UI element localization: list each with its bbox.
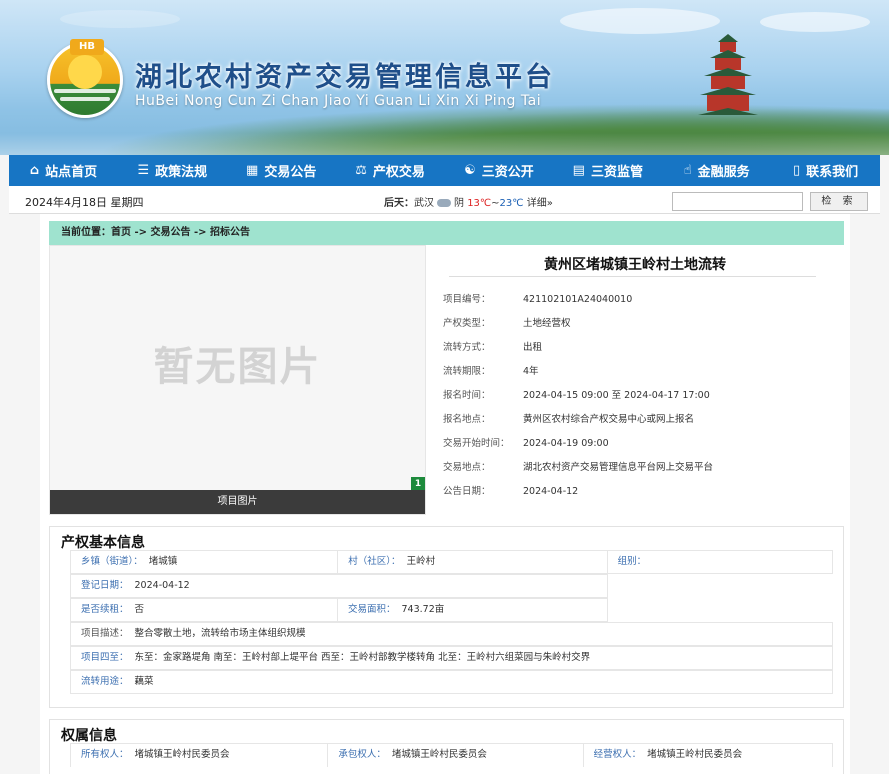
water-decoration <box>0 133 889 155</box>
title-divider <box>449 276 816 277</box>
main-content: 当前位置：首页 -> 交易公告 -> 招标公告 暂无图片 1 项目图片 黄州区堵… <box>40 214 850 774</box>
cloud-decoration <box>560 8 720 34</box>
table-row: 乡镇（街道）： 堵城镇 村（社区）： 王岭村 组别： <box>70 550 833 574</box>
field-announcement-date: 公告日期： 2024-04-12 <box>443 486 579 497</box>
list-icon: ☰ <box>137 163 150 178</box>
site-banner: HB 湖北农村资产交易管理信息平台 HuBei Nong Cun Zi Chan… <box>0 0 889 155</box>
field-trade-start-time: 交易开始时间： 2024-04-19 09:00 <box>443 438 609 449</box>
site-logo[interactable]: HB <box>47 39 123 118</box>
home-icon: ⌂ <box>29 163 40 178</box>
search-input[interactable] <box>672 192 803 211</box>
field-registration-time: 报名时间： 2024-04-15 09:00 至 2024-04-17 17:00 <box>443 390 710 401</box>
ownership-section: 权属信息 所有权人： 堵城镇王岭村民委员会 承包权人： 堵城镇王岭村民委员会 经营权… <box>49 719 844 774</box>
nav-item-assets-public[interactable]: ☯ 三资公开 <box>445 155 554 186</box>
image-index-button[interactable]: 1 <box>411 477 425 491</box>
nav-item-property-trade[interactable]: ⚖ 产权交易 <box>336 155 445 186</box>
table-row: 登记日期： 2024-04-12 <box>70 574 608 598</box>
village-cell: 村（社区）： 王岭村 <box>338 551 608 573</box>
sun-icon <box>68 55 102 89</box>
group-cell: 组别： <box>617 556 647 567</box>
cloud-icon <box>437 199 451 207</box>
nav-item-announcements[interactable]: ▦ 交易公告 <box>227 155 336 186</box>
grid-icon: ▦ <box>246 163 259 178</box>
table-row: 项目四至： 东至：金家路堤角 南至：王岭村部上堤平台 西至：王岭村部教学楼转角 北… <box>70 646 833 670</box>
reg-date-cell: 登记日期： 2024-04-12 <box>81 580 190 591</box>
town-cell: 乡镇（街道）： 堵城镇 <box>71 551 339 573</box>
current-date: 2024年4月18日 星期四 <box>25 196 144 209</box>
project-title: 黄州区堵城镇王岭村土地流转 <box>544 257 726 273</box>
section-title: 产权基本信息 <box>61 535 145 551</box>
nav-item-finance[interactable]: ☝ 金融服务 <box>662 155 771 186</box>
thumbs-up-icon: ☝ <box>683 163 692 178</box>
field-property-type: 产权类型： 土地经营权 <box>443 318 571 329</box>
wave-icon <box>60 97 110 101</box>
site-subtitle: HuBei Nong Cun Zi Chan Jiao Yi Guan Li X… <box>135 93 542 109</box>
search-button[interactable]: 检 索 <box>810 192 868 211</box>
operator-cell: 经营权人： 堵城镇王岭村民委员会 <box>593 749 743 760</box>
field-transfer-term: 流转期限： 4年 <box>443 366 539 377</box>
scale-icon: ⚖ <box>355 163 367 178</box>
table-row: 流转用途： 藕菜 <box>70 670 833 694</box>
project-detail: 黄州区堵城镇王岭村土地流转 项目编号： 421102101A24040010 产权… <box>426 245 844 515</box>
weather-detail-link[interactable]: 详细» <box>527 198 553 209</box>
weather-widget: 后天：武汉阴 13℃~23℃ 详细» <box>384 198 553 209</box>
contract-holder-cell: 承包权人： 堵城镇王岭村民委员会 <box>328 744 584 767</box>
share-icon: ☯ <box>464 163 476 178</box>
cloud-decoration <box>760 12 870 32</box>
table-row: 是否续租：否 交易面积： 743.72亩 <box>70 598 608 622</box>
cloud-decoration <box>60 10 180 28</box>
field-trade-place: 交易地点： 湖北农村资产交易管理信息平台网上交易平台 <box>443 462 714 473</box>
breadcrumb: 当前位置：首页 -> 交易公告 -> 招标公告 <box>49 221 844 245</box>
image-caption: 项目图片 <box>50 490 425 514</box>
project-image-area: 暂无图片 1 项目图片 <box>49 245 426 515</box>
logo-badge: HB <box>70 39 104 55</box>
nav-item-policy[interactable]: ☰ 政策法规 <box>118 155 227 186</box>
temp-low: 23℃ <box>499 198 524 209</box>
field-registration-place: 报名地点： 黄州区农村综合产权交易中心或网上报名 <box>443 414 695 425</box>
main-nav: ⌂ 站点首页 ☰ 政策法规 ▦ 交易公告 ⚖ 产权交易 ☯ 三资公开 ▤ 三资监管 ☝ 金融服… <box>9 155 880 186</box>
nav-item-home[interactable]: ⌂ 站点首页 <box>9 155 118 186</box>
renew-cell: 是否续租：否 <box>71 599 338 621</box>
phone-icon: ▯ <box>792 163 801 178</box>
table-row: 所有权人： 堵城镇王岭村民委员会 承包权人： 堵城镇王岭村民委员会 经营权人： 堵城镇… <box>70 743 833 767</box>
wave-icon <box>54 89 116 93</box>
weather-condition: 阴 <box>454 198 464 209</box>
field-project-number: 项目编号： 421102101A24040010 <box>443 294 633 305</box>
site-title: 湖北农村资产交易管理信息平台 <box>135 62 555 93</box>
weather-prefix: 后天： <box>384 198 414 209</box>
field-transfer-method: 流转方式： 出租 <box>443 342 543 353</box>
table-row: 项目描述： 整合零散土地，流转给市场主体组织规模 <box>70 622 833 646</box>
owner-cell: 所有权人： 堵城镇王岭村民委员会 <box>71 744 329 767</box>
monitor-icon: ▤ <box>572 163 585 178</box>
pagoda-icon <box>698 34 758 124</box>
nav-item-assets-supervision[interactable]: ▤ 三资监管 <box>553 155 662 186</box>
usage-cell: 流转用途： 藕菜 <box>81 676 154 687</box>
basic-info-section: 产权基本信息 乡镇（街道）： 堵城镇 村（社区）： 王岭村 组别： 登记日期： 202… <box>49 526 844 708</box>
boundaries-cell: 项目四至： 东至：金家路堤角 南至：王岭村部上堤平台 西至：王岭村部教学楼转角 北… <box>81 652 591 663</box>
section-title: 权属信息 <box>61 728 117 744</box>
no-image-placeholder: 暂无图片 <box>153 343 322 390</box>
area-cell: 交易面积： 743.72亩 <box>348 604 445 615</box>
temp-high: 13℃ <box>467 198 492 209</box>
description-cell: 项目描述： 整合零散土地，流转给市场主体组织规模 <box>81 628 306 639</box>
nav-item-contact[interactable]: ▯ 联系我们 <box>771 155 880 186</box>
weather-city: 武汉 <box>414 198 434 209</box>
